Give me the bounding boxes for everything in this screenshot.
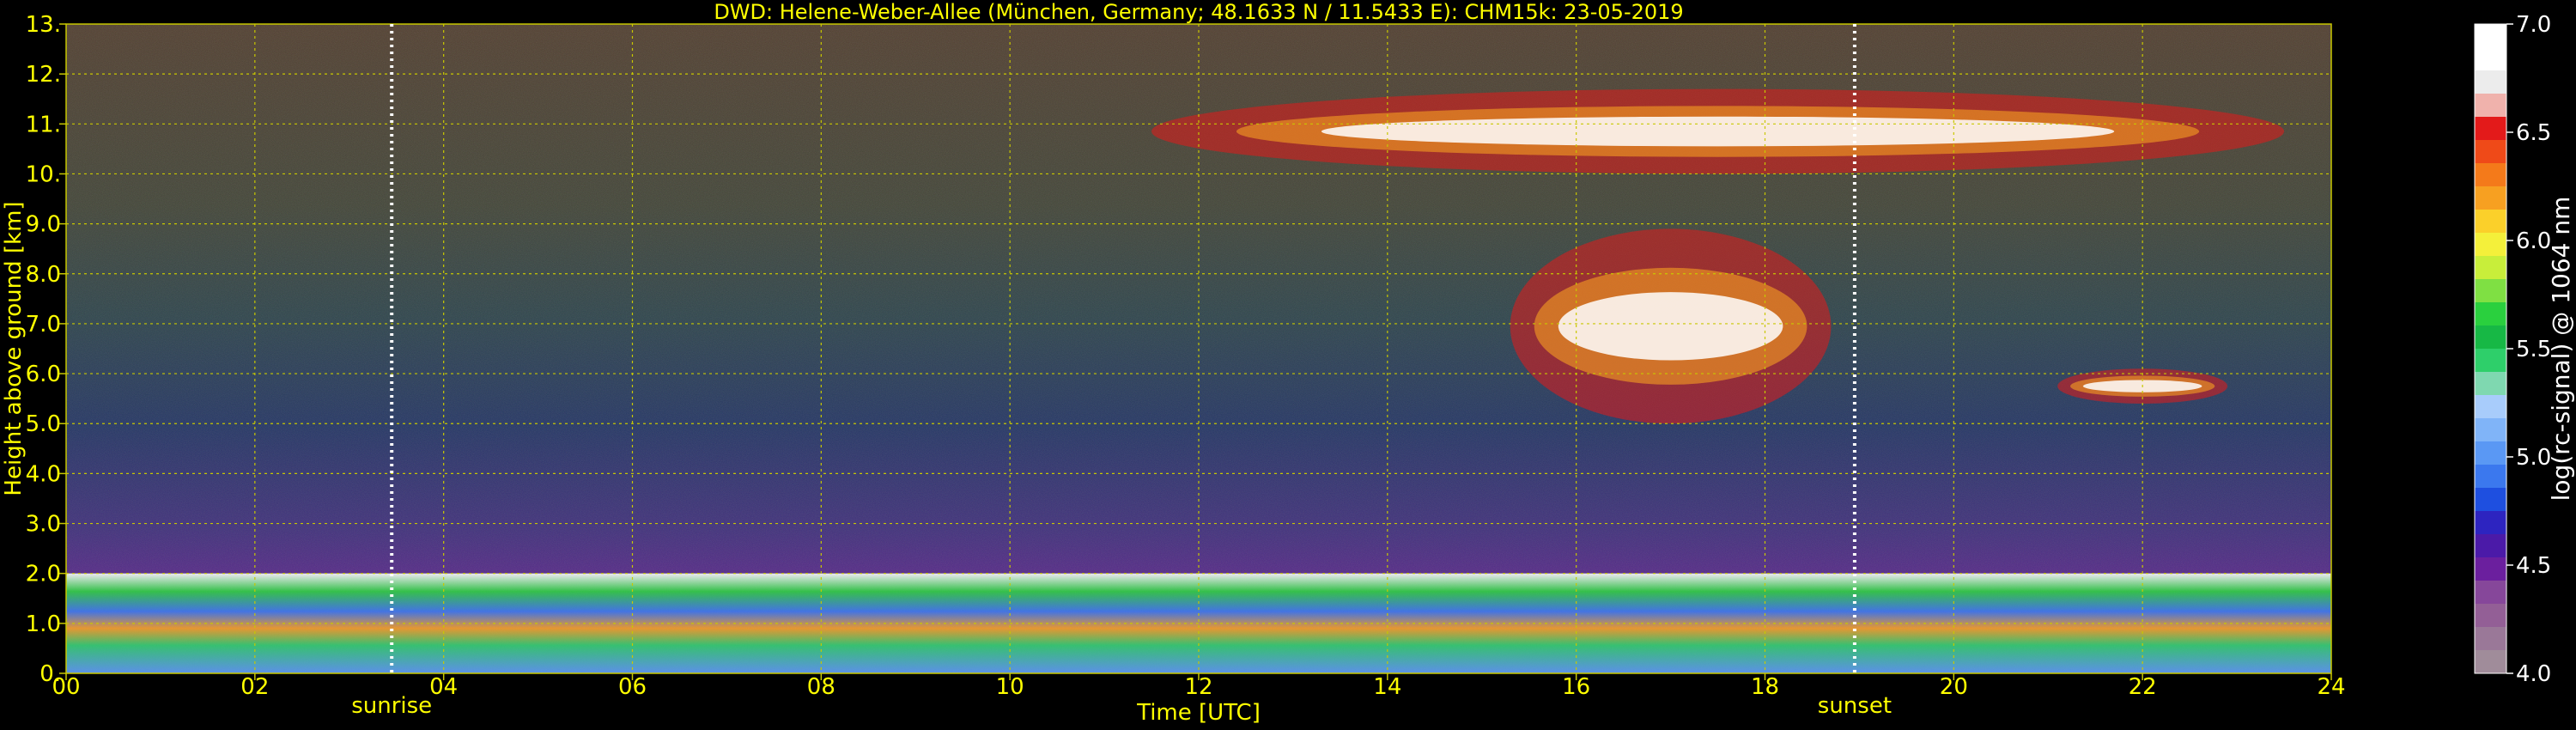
- y-tick-label: 0.: [39, 661, 61, 687]
- x-tick-label: 06: [618, 674, 647, 700]
- x-tick-label: 12: [1184, 674, 1212, 700]
- x-tick-label: 16: [1562, 674, 1590, 700]
- y-tick-label: 10.: [26, 161, 61, 187]
- x-axis-label: Time [UTC]: [1136, 700, 1261, 726]
- y-tick-label: 13.: [26, 12, 61, 38]
- y-tick-label: 5.0: [26, 411, 61, 437]
- chart-title: DWD: Helene-Weber-Allee (München, German…: [714, 0, 1683, 24]
- layer-cirrus-cloud: [1151, 88, 2285, 174]
- x-tick-label: 24: [2317, 674, 2345, 700]
- y-axis: 0. 1.0 2.0 3.0 4.0 5.0 6.0 7.0 8.0 9.0 10. 11. 12. 13…: [26, 12, 66, 687]
- colorbar-gradient: [2475, 24, 2506, 673]
- y-tick-label: 11.: [26, 112, 61, 137]
- x-tick-label: 04: [429, 674, 458, 700]
- y-tick-label: 4.0: [26, 461, 61, 487]
- y-tick-label: 2.0: [26, 562, 61, 587]
- y-tick-label: 6.0: [26, 362, 61, 387]
- x-tick-label: 18: [1751, 674, 1779, 700]
- x-tick-label: 20: [1940, 674, 1968, 700]
- y-tick-label: 3.0: [26, 512, 61, 538]
- colorbar-tick-label: 4.0: [2516, 661, 2551, 687]
- y-tick-label: 8.0: [26, 262, 61, 288]
- x-tick-label: 08: [807, 674, 835, 700]
- y-tick-label: 9.0: [26, 212, 61, 238]
- colorbar-label: log(rc-signal) @ 1064 nm: [2547, 197, 2575, 502]
- x-tick-label: 14: [1373, 674, 1401, 700]
- colorbar: 4.04.55.05.56.06.57.0 log(rc-signal) @ 1…: [2474, 12, 2575, 687]
- layer-mid-level-cloud: [1510, 228, 1832, 424]
- x-tick-label: 22: [2129, 674, 2157, 700]
- colorbar-tick-label: 7.0: [2516, 12, 2551, 38]
- sunset-label: sunset: [1818, 693, 1892, 719]
- x-tick-label: 02: [240, 674, 269, 700]
- colorbar-tick-label: 4.5: [2516, 553, 2551, 579]
- colorbar-tick-label: 6.5: [2516, 120, 2551, 146]
- y-tick-label: 7.0: [26, 312, 61, 338]
- x-tick-label: 10: [996, 674, 1024, 700]
- y-tick-label: 12.: [26, 62, 61, 88]
- sunrise-label: sunrise: [351, 693, 432, 719]
- y-axis-label: Height above ground [km]: [1, 201, 27, 496]
- y-tick-label: 1.0: [26, 611, 61, 637]
